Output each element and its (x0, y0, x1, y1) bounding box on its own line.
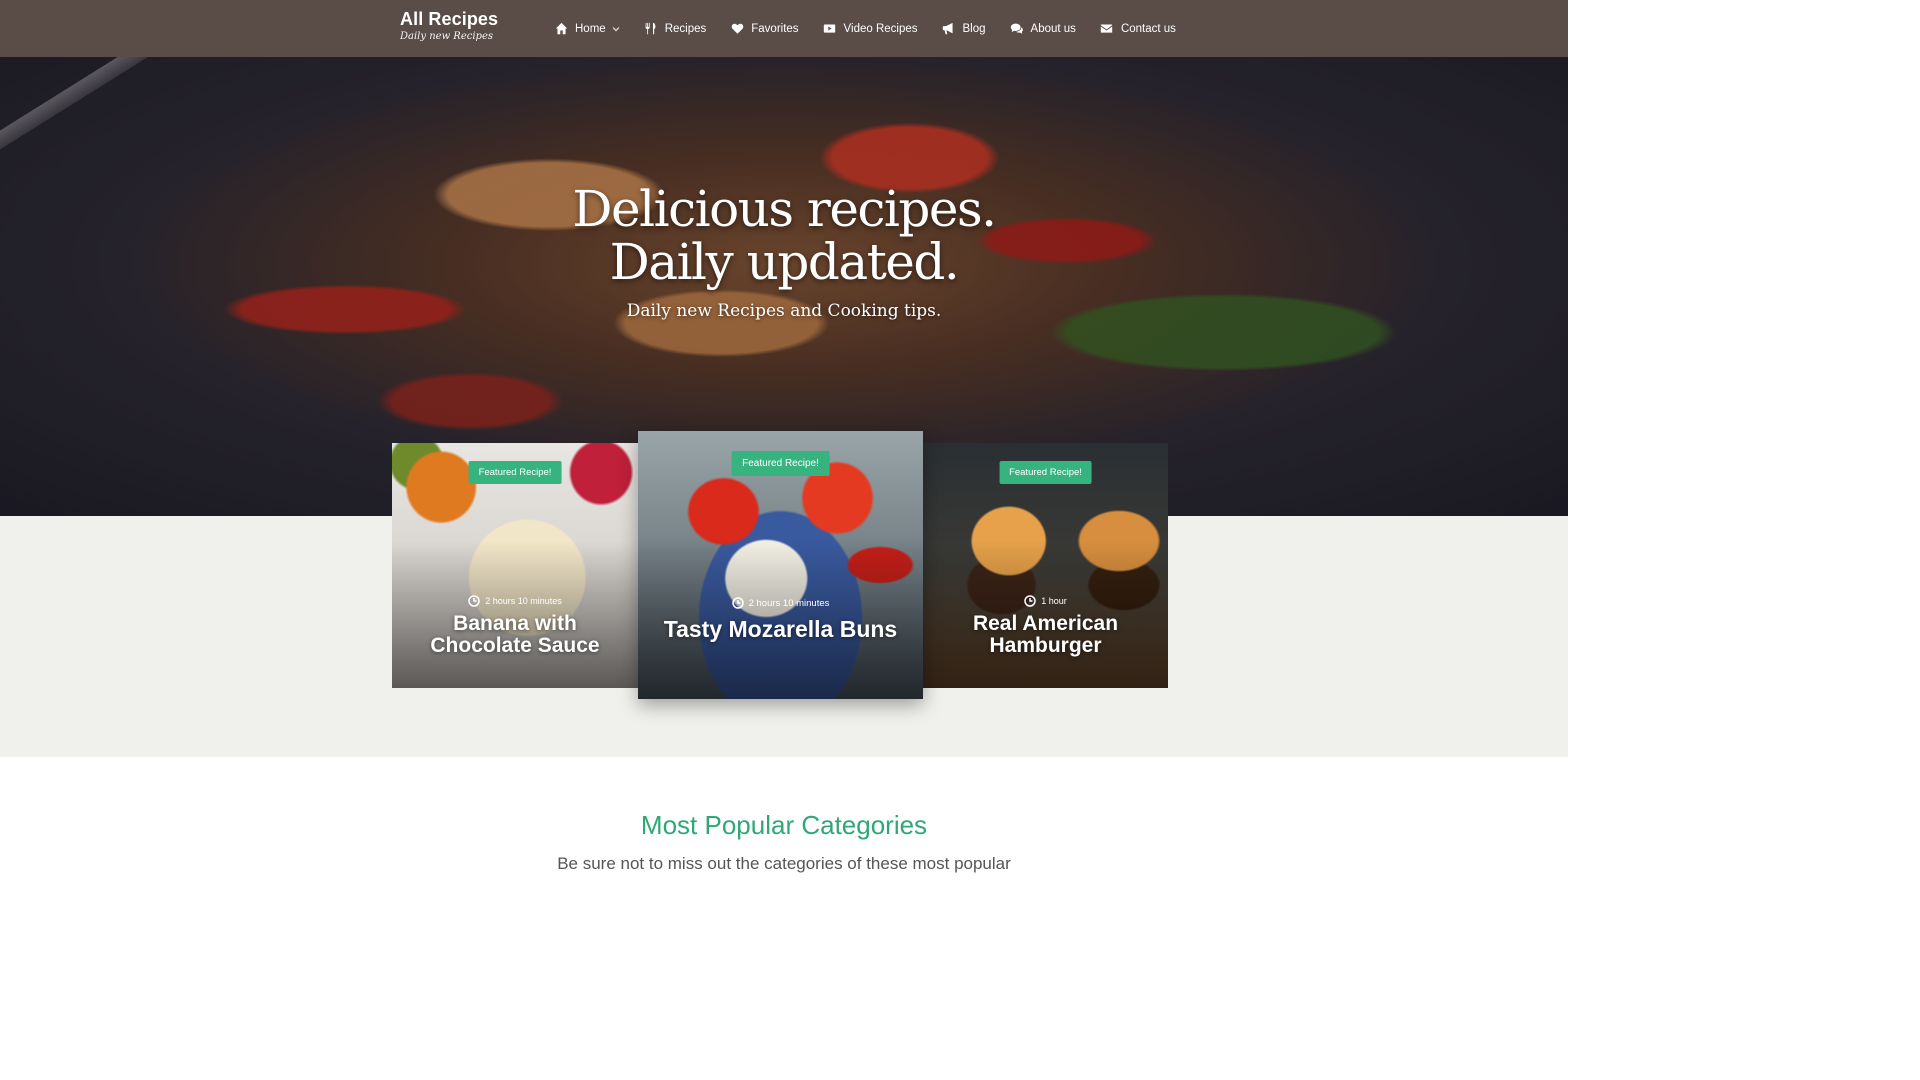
nav-item-label: Blog (962, 22, 986, 35)
featured-recipe-card[interactable]: Featured Recipe! 2 hours 10 minutes Tast… (638, 431, 923, 699)
featured-badge: Featured Recipe! (731, 451, 830, 476)
featured-recipe-card[interactable]: Featured Recipe! 2 hours 10 minutes Bana… (392, 443, 638, 688)
featured-badge: Featured Recipe! (468, 461, 562, 484)
envelope-icon (1100, 22, 1114, 36)
cook-time: 1 hour (923, 595, 1168, 607)
chevron-down-icon (612, 25, 620, 33)
hero-title-line: Daily updated. (609, 233, 960, 291)
hero-title-line: Delicious recipes. (572, 180, 997, 238)
hero-title: Delicious recipes. Daily updated. (0, 183, 1568, 289)
recipe-title[interactable]: Banana with Chocolate Sauce (392, 613, 638, 657)
hero-background-image (0, 57, 507, 172)
top-navigation-bar: All Recipes Daily new Recipes Home Recip… (0, 0, 1568, 57)
main-menu: Home Recipes Favorites Video Recipes Blo… (554, 0, 1200, 57)
cook-time: 2 hours 10 minutes (638, 597, 923, 609)
section-title: Most Popular Categories (640, 810, 928, 840)
featured-recipe-card[interactable]: Featured Recipe! 1 hour Real American Ha… (923, 443, 1168, 688)
cook-time-text: 1 hour (1041, 596, 1067, 606)
hero-subtitle: Daily new Recipes and Cooking tips. (626, 301, 942, 321)
nav-item-blog[interactable]: Blog (942, 22, 986, 36)
nav-item-label: Favorites (751, 22, 799, 35)
nav-item-contact[interactable]: Contact us (1100, 22, 1176, 36)
nav-item-label: About us (1030, 22, 1076, 35)
brand-tagline: Daily new Recipes (400, 31, 493, 42)
popular-categories-section: Most Popular Categories Be sure not to m… (0, 757, 1568, 882)
bullhorn-icon (942, 22, 956, 36)
utensils-icon (644, 22, 658, 36)
featured-badge: Featured Recipe! (999, 461, 1092, 484)
cook-time-text: 2 hours 10 minutes (748, 597, 830, 609)
clock-icon (468, 595, 480, 607)
nav-item-label: Recipes (664, 22, 707, 35)
site-logo[interactable]: All Recipes Daily new Recipes (400, 9, 498, 42)
heart-icon (730, 22, 744, 36)
section-description: Be sure not to miss out the categories o… (557, 854, 1011, 873)
clock-icon (731, 597, 744, 609)
nav-item-favorites[interactable]: Favorites (730, 22, 799, 36)
hero-text: Delicious recipes. Daily updated. Daily … (0, 183, 1568, 322)
nav-item-label: Video Recipes (843, 22, 918, 35)
nav-item-about[interactable]: About us (1010, 22, 1076, 36)
clock-icon (1024, 595, 1036, 607)
chat-icon (1010, 22, 1024, 36)
brand-name: All Recipes (400, 9, 499, 29)
nav-item-label: Home (575, 22, 606, 35)
nav-item-video-recipes[interactable]: Video Recipes (823, 22, 918, 36)
nav-item-recipes[interactable]: Recipes (644, 22, 707, 36)
nav-item-label: Contact us (1120, 22, 1176, 35)
recipe-title[interactable]: Real American Hamburger (923, 613, 1168, 657)
cook-time: 2 hours 10 minutes (392, 595, 638, 607)
home-icon (554, 22, 568, 36)
cook-time-text: 2 hours 10 minutes (485, 596, 562, 606)
nav-item-home[interactable]: Home (554, 22, 620, 36)
recipe-title[interactable]: Tasty Mozarella Buns (638, 617, 923, 641)
video-icon (823, 22, 837, 36)
